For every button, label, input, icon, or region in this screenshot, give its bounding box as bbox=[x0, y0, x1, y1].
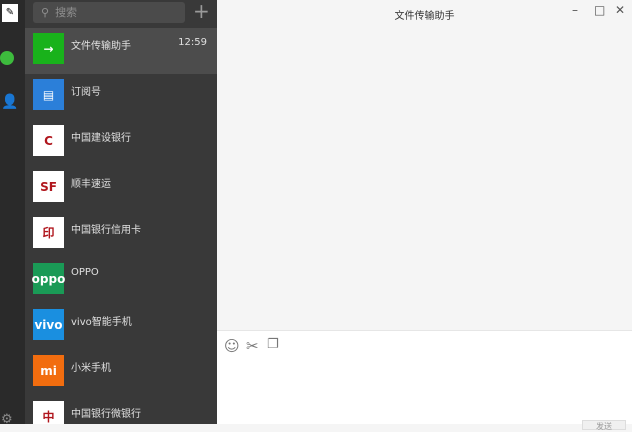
conversation-avatar: 印 bbox=[33, 217, 64, 248]
conversation-avatar: 中 bbox=[33, 401, 64, 424]
conversation-name: 订阅号 bbox=[71, 87, 101, 98]
screenshot-icon[interactable]: ✂ bbox=[246, 337, 259, 355]
conversation-name: 中国银行微银行 bbox=[71, 409, 141, 420]
file-icon[interactable]: ❐ bbox=[267, 337, 279, 352]
conversation-avatar: ▤ bbox=[33, 79, 64, 110]
conversation-name: 顺丰速运 bbox=[71, 179, 111, 190]
conversation-name: 中国建设银行 bbox=[71, 133, 131, 144]
conversation-list: ⚲ 搜索 + → 文件传输助手 12:59 ▤ 订阅号 C 中国建设银行 SF 顺丰速运印中国银行… bbox=[25, 0, 217, 424]
emoji-icon[interactable]: ☺ bbox=[224, 337, 240, 355]
minimize-button[interactable]: – bbox=[572, 3, 578, 17]
close-button[interactable]: ✕ bbox=[615, 3, 625, 17]
conversation-avatar: mi bbox=[33, 355, 64, 386]
maximize-button[interactable]: □ bbox=[594, 3, 605, 17]
conversation-item[interactable]: mi 小米手机 bbox=[25, 350, 217, 396]
conversation-avatar: C bbox=[33, 125, 64, 156]
search-icon: ⚲ bbox=[41, 6, 50, 19]
nav-bar: ✎ 👤 ⚙ bbox=[0, 0, 25, 427]
conversation-item[interactable]: ▤ 订阅号 bbox=[25, 74, 217, 120]
chat-icon[interactable] bbox=[0, 51, 14, 65]
conversation-name: 中国银行信用卡 bbox=[71, 225, 141, 236]
avatar[interactable]: ✎ bbox=[2, 4, 18, 22]
conversation-item[interactable]: → 文件传输助手 12:59 bbox=[25, 28, 217, 74]
conversation-item[interactable]: C 中国建设银行 bbox=[25, 120, 217, 166]
conversation-item[interactable]: vivo vivo智能手机 bbox=[25, 304, 217, 350]
conversation-avatar: → bbox=[33, 33, 64, 64]
conversation-item[interactable]: 中中国银行微银行 bbox=[25, 396, 217, 424]
chat-panel: 文件传输助手 – □ ✕ ☺ ✂ ❐ 发送 bbox=[217, 0, 632, 431]
conversation-name: 小米手机 bbox=[71, 363, 111, 374]
conversation-time: 12:59 bbox=[178, 37, 207, 48]
conversation-name: 文件传输助手 bbox=[71, 41, 131, 52]
contacts-icon[interactable]: 👤 bbox=[1, 94, 18, 110]
conversation-item[interactable]: SF 顺丰速运 bbox=[25, 166, 217, 212]
conversation-item[interactable]: 印中国银行信用卡 bbox=[25, 212, 217, 258]
conversation-name: OPPO bbox=[71, 267, 99, 278]
conversation-item[interactable]: oppo OPPO bbox=[25, 258, 217, 304]
conversation-name: vivo智能手机 bbox=[71, 317, 132, 328]
conversation-avatar: SF bbox=[33, 171, 64, 202]
settings-icon[interactable]: ⚙ bbox=[1, 412, 13, 427]
message-input[interactable]: ☺ ✂ ❐ 发送 bbox=[217, 330, 632, 431]
conversation-avatar: oppo bbox=[32, 263, 65, 294]
send-button[interactable]: 发送 bbox=[582, 420, 626, 431]
add-button[interactable]: + bbox=[193, 0, 210, 23]
search-input[interactable]: ⚲ 搜索 bbox=[33, 2, 185, 23]
chat-title: 文件传输助手 bbox=[394, 11, 455, 22]
conversation-avatar: vivo bbox=[33, 309, 64, 340]
